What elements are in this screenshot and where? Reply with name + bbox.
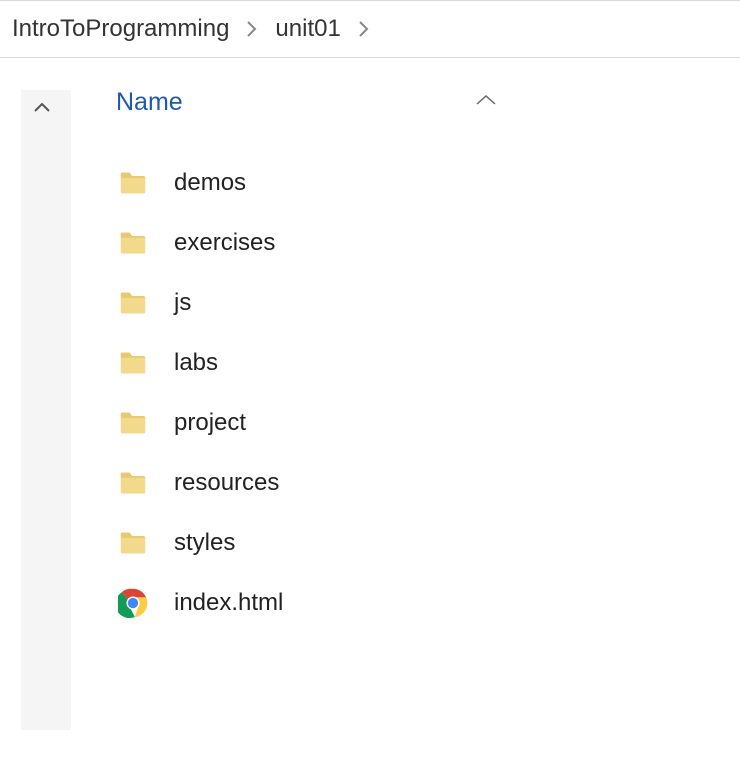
chevron-up-icon[interactable] xyxy=(30,96,54,125)
nav-tree-strip[interactable] xyxy=(21,90,71,730)
file-name-label: project xyxy=(174,409,246,437)
file-name-label: styles xyxy=(174,529,235,557)
chrome-html-icon xyxy=(116,586,150,620)
left-gutter xyxy=(0,58,78,774)
folder-icon xyxy=(116,406,150,440)
file-name-label: index.html xyxy=(174,589,283,617)
folder-icon xyxy=(116,466,150,500)
column-header-name[interactable]: Name xyxy=(116,88,363,117)
file-row[interactable]: resources xyxy=(116,453,740,513)
breadcrumb-segment[interactable]: IntroToProgramming xyxy=(6,11,235,47)
file-row[interactable]: index.html xyxy=(116,573,740,633)
file-name-label: demos xyxy=(174,169,246,197)
file-row[interactable]: styles xyxy=(116,513,740,573)
chevron-up-icon[interactable] xyxy=(473,91,499,114)
chevron-right-icon[interactable] xyxy=(235,19,269,39)
file-row[interactable]: demos xyxy=(116,153,740,213)
breadcrumb-segment[interactable]: unit01 xyxy=(269,11,346,47)
folder-icon xyxy=(116,226,150,260)
file-name-label: labs xyxy=(174,349,218,377)
file-list-pane: Name demos exercises js labs project res… xyxy=(78,58,740,774)
file-name-label: exercises xyxy=(174,229,275,257)
content-area: Name demos exercises js labs project res… xyxy=(0,58,740,774)
folder-icon xyxy=(116,526,150,560)
file-name-label: resources xyxy=(174,469,279,497)
file-list: demos exercises js labs project resource… xyxy=(116,153,740,633)
file-row[interactable]: project xyxy=(116,393,740,453)
file-row[interactable]: js xyxy=(116,273,740,333)
folder-icon xyxy=(116,166,150,200)
folder-icon xyxy=(116,286,150,320)
breadcrumb-bar: IntroToProgramming unit01 xyxy=(0,0,740,58)
column-header-row: Name xyxy=(116,88,740,117)
file-name-label: js xyxy=(174,289,191,317)
folder-icon xyxy=(116,346,150,380)
file-row[interactable]: labs xyxy=(116,333,740,393)
file-row[interactable]: exercises xyxy=(116,213,740,273)
chevron-right-icon[interactable] xyxy=(347,19,381,39)
